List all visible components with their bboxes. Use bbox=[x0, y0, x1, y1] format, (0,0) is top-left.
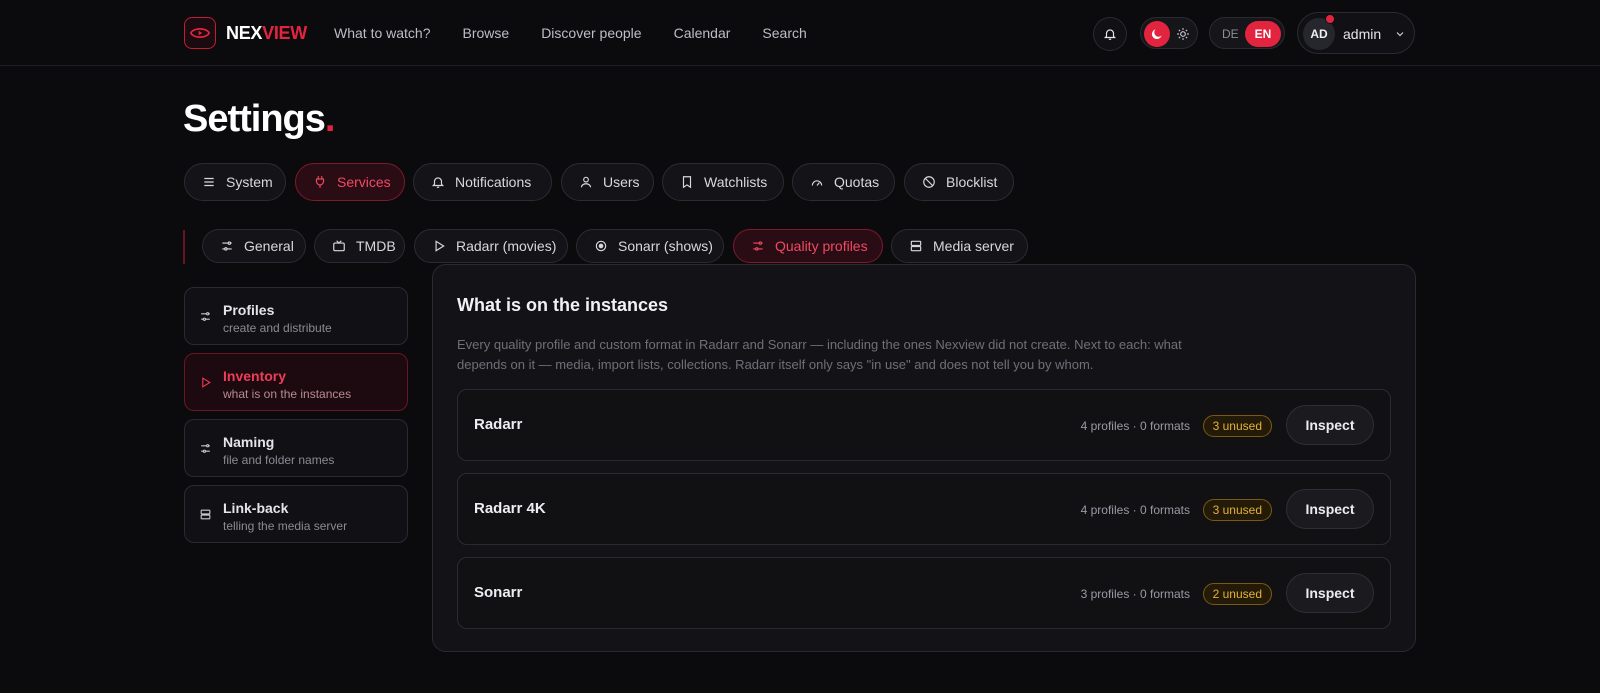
subtab-tmdb[interactable]: TMDB bbox=[314, 229, 405, 263]
user-name: admin bbox=[1343, 26, 1382, 42]
play-icon bbox=[432, 239, 446, 253]
instance-row-radarr-4k: Radarr 4K 4 profiles · 0 formats 3 unuse… bbox=[457, 473, 1391, 545]
tv-icon bbox=[332, 239, 346, 253]
sliders-icon bbox=[220, 239, 234, 253]
tab-blocklist[interactable]: Blocklist bbox=[904, 163, 1014, 201]
unused-badge: 2 unused bbox=[1202, 583, 1272, 605]
inspect-button[interactable]: Inspect bbox=[1286, 573, 1374, 613]
tab-system[interactable]: System bbox=[184, 163, 286, 201]
card-description: Every quality profile and custom format … bbox=[457, 337, 1182, 372]
inspect-button[interactable]: Inspect bbox=[1286, 405, 1374, 445]
tab-notifications[interactable]: Notifications bbox=[413, 163, 552, 201]
user-menu[interactable]: AD admin bbox=[1297, 12, 1415, 54]
notification-dot bbox=[1325, 14, 1335, 24]
main-nav: What to watch? Browse Discover people Ca… bbox=[334, 0, 839, 66]
page-title: Settings. bbox=[183, 98, 335, 140]
instance-meta: 4 profiles · 0 formats bbox=[1080, 503, 1190, 517]
nav-what-to-watch[interactable]: What to watch? bbox=[334, 25, 431, 41]
lang-de[interactable]: DE bbox=[1222, 27, 1239, 41]
instance-row-radarr: Radarr 4 profiles · 0 formats 3 unused I… bbox=[457, 389, 1391, 461]
inventory-card: What is on the instances Every quality p… bbox=[432, 264, 1416, 652]
instance-name: Radarr bbox=[474, 416, 523, 433]
inspect-button[interactable]: Inspect bbox=[1286, 489, 1374, 529]
sliders-icon bbox=[199, 310, 212, 323]
gauge-icon bbox=[810, 175, 824, 189]
theme-toggle[interactable] bbox=[1140, 17, 1198, 49]
record-icon bbox=[594, 239, 608, 253]
sliders-icon bbox=[199, 442, 212, 455]
chevron-down-icon bbox=[1396, 32, 1404, 37]
top-navbar: NEXVIEW What to watch? Browse Discover p… bbox=[0, 0, 1600, 66]
side-item-inventory[interactable]: Inventory what is on the instances bbox=[184, 353, 408, 411]
tab-users[interactable]: Users bbox=[561, 163, 654, 201]
ban-icon bbox=[922, 175, 936, 189]
eye-play-icon bbox=[184, 17, 216, 49]
user-icon bbox=[579, 175, 593, 189]
logo[interactable]: NEXVIEW bbox=[184, 17, 307, 49]
unused-badge: 3 unused bbox=[1202, 499, 1272, 521]
server-icon bbox=[909, 239, 923, 253]
server-icon bbox=[199, 508, 212, 521]
side-item-link-back[interactable]: Link-back telling the media server bbox=[184, 485, 408, 543]
side-item-naming[interactable]: Naming file and folder names bbox=[184, 419, 408, 477]
instance-meta: 4 profiles · 0 formats bbox=[1080, 419, 1190, 433]
nav-discover-people[interactable]: Discover people bbox=[541, 25, 641, 41]
moon-icon bbox=[1144, 21, 1170, 47]
instance-meta: 3 profiles · 0 formats bbox=[1080, 587, 1190, 601]
plug-icon bbox=[313, 175, 327, 189]
bell-icon bbox=[431, 175, 445, 189]
subtabs-accent-bar bbox=[183, 230, 185, 264]
sliders-icon bbox=[751, 239, 765, 253]
subtab-sonarr[interactable]: Sonarr (shows) bbox=[576, 229, 724, 263]
side-item-profiles[interactable]: Profiles create and distribute bbox=[184, 287, 408, 345]
lang-en[interactable]: EN bbox=[1245, 21, 1281, 47]
card-title: What is on the instances bbox=[457, 295, 669, 315]
nav-browse[interactable]: Browse bbox=[463, 25, 510, 41]
instance-name: Sonarr bbox=[474, 584, 523, 601]
language-switch: DE EN bbox=[1209, 17, 1285, 49]
menu-icon bbox=[202, 175, 216, 189]
subtab-quality-profiles[interactable]: Quality profiles bbox=[733, 229, 883, 263]
tab-watchlists[interactable]: Watchlists bbox=[662, 163, 784, 201]
tab-services[interactable]: Services bbox=[295, 163, 405, 201]
instance-row-sonarr: Sonarr 3 profiles · 0 formats 2 unused I… bbox=[457, 557, 1391, 629]
tab-quotas[interactable]: Quotas bbox=[792, 163, 895, 201]
brand-name: NEXVIEW bbox=[226, 22, 307, 43]
instance-name: Radarr 4K bbox=[474, 500, 546, 517]
subtab-media-server[interactable]: Media server bbox=[891, 229, 1028, 263]
sun-icon bbox=[1174, 25, 1192, 43]
nav-calendar[interactable]: Calendar bbox=[674, 25, 731, 41]
bookmark-icon bbox=[680, 175, 694, 189]
unused-badge: 3 unused bbox=[1202, 415, 1272, 437]
notifications-button[interactable] bbox=[1093, 17, 1127, 51]
nav-search[interactable]: Search bbox=[762, 25, 806, 41]
play-icon bbox=[199, 376, 212, 389]
subtab-radarr[interactable]: Radarr (movies) bbox=[414, 229, 568, 263]
bell-icon bbox=[1103, 29, 1117, 40]
subtab-general[interactable]: General bbox=[202, 229, 306, 263]
